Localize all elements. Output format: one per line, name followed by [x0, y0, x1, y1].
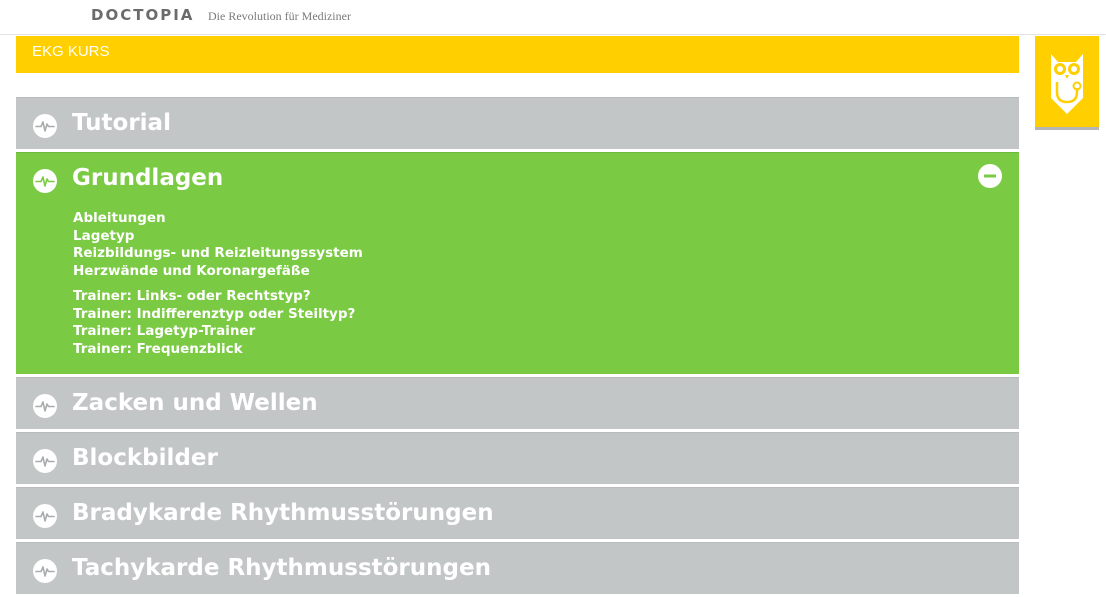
brand-logo[interactable]: DOCTOPIA [91, 6, 194, 24]
course-title: EKG KURS [32, 43, 110, 60]
lesson-link[interactable]: Reizbildungs- und Reizleitungssystem [73, 245, 363, 261]
accordion-section-bradykarde-rhythmusst-rungen: Bradykarde Rhythmusstörungen [16, 487, 1019, 539]
section-body: Ableitungen Lagetyp Reizbildungs- und Reiz… [16, 204, 1019, 374]
minus-circle-icon[interactable] [978, 164, 1002, 188]
trainer-link[interactable]: Trainer: Frequenzblick [73, 341, 243, 357]
ekg-pulse-icon [33, 394, 57, 418]
accordion-section-blockbilder: Blockbilder [16, 432, 1019, 484]
course-accordion: Tutorial Grundlagen Ableitungen Lagetyp Reiz… [16, 97, 1019, 597]
section-header[interactable]: Tutorial [16, 98, 1019, 149]
section-title: Tachykarde Rhythmusstörungen [72, 555, 491, 581]
owl-stethoscope-icon [1051, 54, 1083, 114]
section-title: Blockbilder [72, 445, 218, 471]
lesson-link[interactable]: Lagetyp [73, 228, 134, 244]
section-title: Zacken und Wellen [72, 390, 318, 416]
accordion-section-zacken-und-wellen: Zacken und Wellen [16, 377, 1019, 429]
trainer-link[interactable]: Trainer: Links- oder Rechtstyp? [73, 288, 311, 304]
ekg-pulse-icon [33, 169, 57, 193]
course-banner: EKG KURS [16, 36, 1019, 73]
list-item: Ableitungen [73, 210, 1019, 228]
section-title: Grundlagen [72, 165, 224, 191]
section-header[interactable]: Bradykarde Rhythmusstörungen [16, 488, 1019, 539]
list-item: Trainer: Links- oder Rechtstyp? [73, 288, 1019, 306]
section-header[interactable]: Tachykarde Rhythmusstörungen [16, 543, 1019, 594]
list-item: Lagetyp [73, 228, 1019, 246]
lesson-link[interactable]: Herzwände und Koronargefäße [73, 263, 310, 279]
section-title: Tutorial [72, 110, 171, 136]
accordion-section-tachykarde-rhythmusst-rungen: Tachykarde Rhythmusstörungen [16, 542, 1019, 594]
lesson-link[interactable]: Ableitungen [73, 210, 166, 226]
list-item: Reizbildungs- und Reizleitungssystem [73, 245, 1019, 263]
section-title: Bradykarde Rhythmusstörungen [72, 500, 494, 526]
trainer-list: Trainer: Links- oder Rechtstyp? Trainer: … [73, 288, 1019, 358]
ekg-pulse-icon [33, 504, 57, 528]
list-item: Trainer: Frequenzblick [73, 341, 1019, 359]
ekg-pulse-icon [33, 114, 57, 138]
section-header[interactable]: Blockbilder [16, 433, 1019, 484]
lesson-list: Ableitungen Lagetyp Reizbildungs- und Reiz… [73, 210, 1019, 280]
list-item: Herzwände und Koronargefäße [73, 263, 1019, 281]
accordion-section-tutorial: Tutorial [16, 97, 1019, 149]
accordion-section-grundlagen: Grundlagen Ableitungen Lagetyp Reizbildungs… [16, 152, 1019, 374]
mascot-tile[interactable] [1035, 36, 1099, 130]
ekg-pulse-icon [33, 559, 57, 583]
section-header[interactable]: Zacken und Wellen [16, 378, 1019, 429]
brand-tagline: Die Revolution für Mediziner [208, 9, 351, 23]
list-item: Trainer: Indifferenztyp oder Steiltyp? [73, 306, 1019, 324]
ekg-pulse-icon [33, 449, 57, 473]
trainer-link[interactable]: Trainer: Indifferenztyp oder Steiltyp? [73, 306, 355, 322]
list-item: Trainer: Lagetyp-Trainer [73, 323, 1019, 341]
trainer-link[interactable]: Trainer: Lagetyp-Trainer [73, 323, 255, 339]
section-header[interactable]: Grundlagen [16, 153, 1019, 204]
top-bar: DOCTOPIA Die Revolution für Mediziner [0, 0, 1106, 35]
